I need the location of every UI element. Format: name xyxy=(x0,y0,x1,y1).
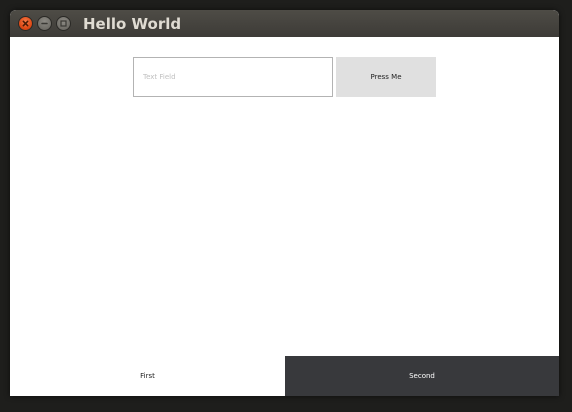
tab-first[interactable]: First xyxy=(10,356,285,396)
title-bar[interactable]: Hello World xyxy=(10,10,559,37)
close-button[interactable] xyxy=(18,16,33,31)
app-window: Hello World Press Me First Second xyxy=(10,10,559,396)
main-content: Press Me First Second xyxy=(10,37,559,396)
press-me-button[interactable]: Press Me xyxy=(336,57,436,97)
maximize-icon xyxy=(60,20,67,27)
tab-bar: First Second xyxy=(10,356,559,396)
text-field[interactable] xyxy=(133,57,333,97)
tab-second[interactable]: Second xyxy=(285,356,559,396)
maximize-button[interactable] xyxy=(56,16,71,31)
window-title: Hello World xyxy=(83,15,182,33)
minimize-button[interactable] xyxy=(37,16,52,31)
close-icon xyxy=(22,20,29,27)
minimize-icon xyxy=(41,22,48,25)
